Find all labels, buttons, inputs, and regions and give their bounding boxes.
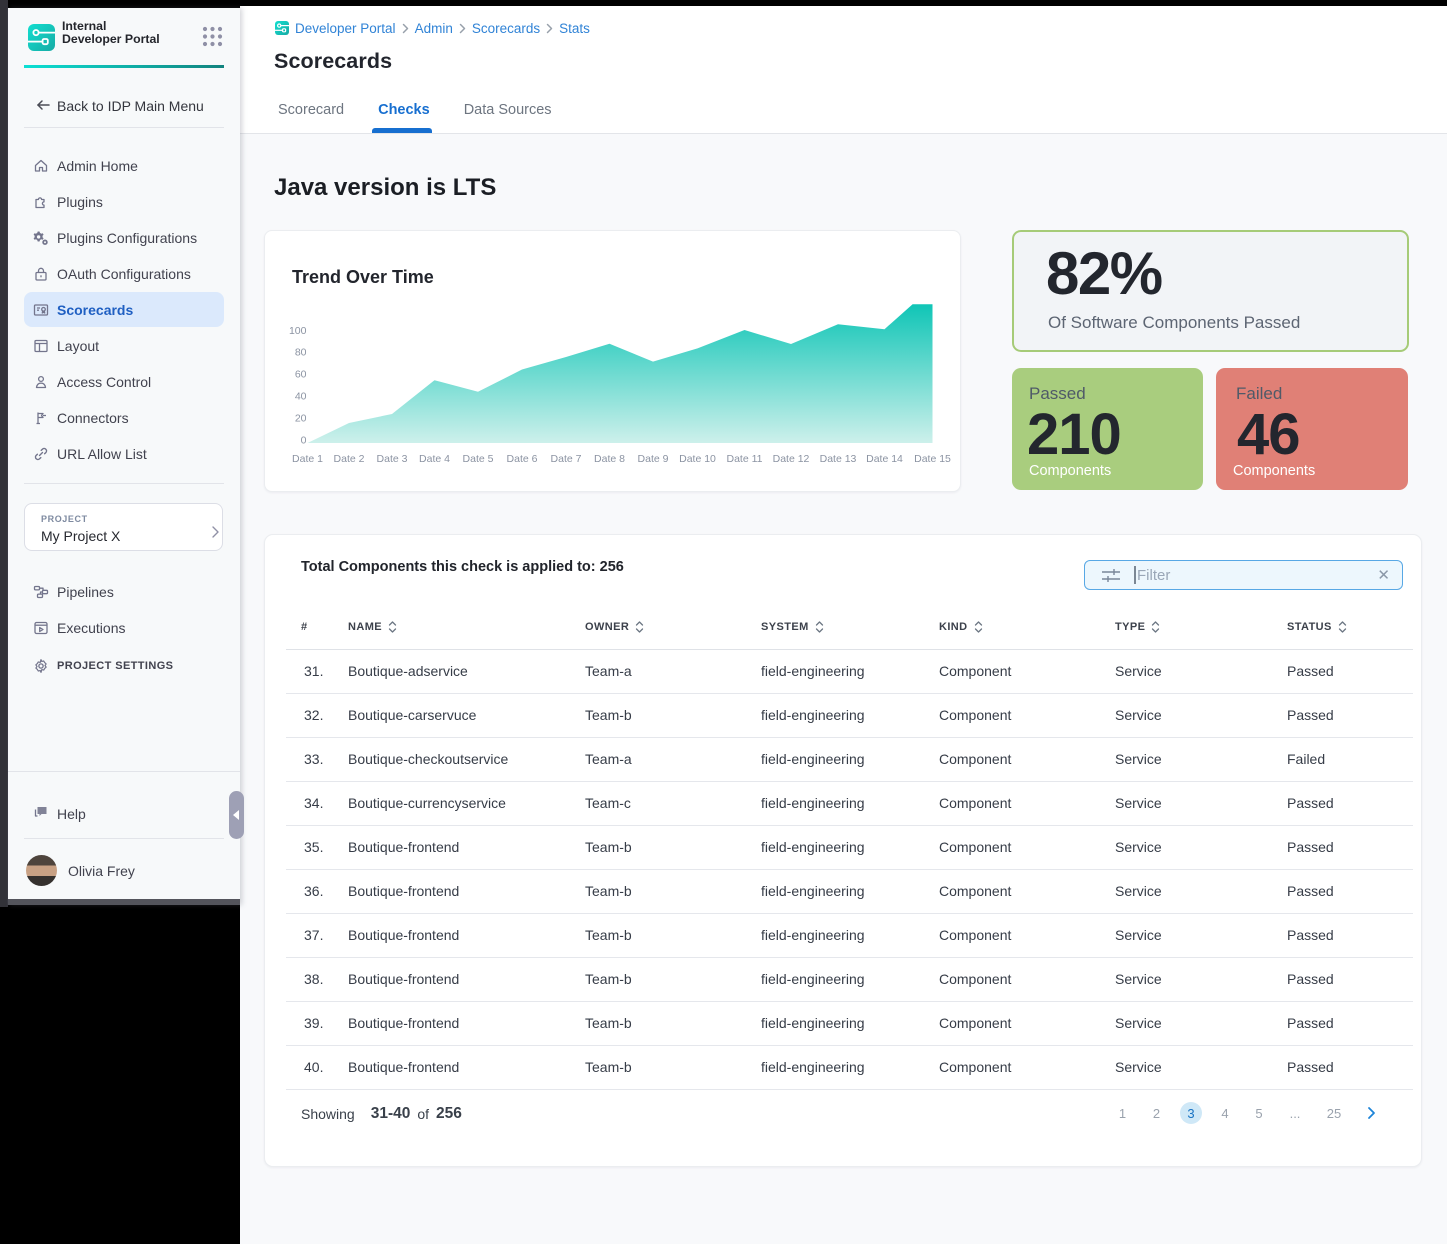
svg-text:Date 6: Date 6 xyxy=(507,453,538,465)
svg-text:20: 20 xyxy=(295,412,307,424)
svg-text:Date 1: Date 1 xyxy=(292,453,323,465)
svg-text:Date 9: Date 9 xyxy=(638,453,669,465)
svg-text:Date 4: Date 4 xyxy=(419,453,450,465)
svg-text:Date 12: Date 12 xyxy=(773,453,810,465)
svg-text:Date 2: Date 2 xyxy=(334,453,365,465)
svg-text:Date 11: Date 11 xyxy=(727,453,763,465)
svg-text:0: 0 xyxy=(301,434,307,446)
svg-text:Date 8: Date 8 xyxy=(594,453,625,465)
svg-text:Date 3: Date 3 xyxy=(377,453,408,465)
svg-text:80: 80 xyxy=(295,347,307,359)
svg-text:100: 100 xyxy=(289,325,307,337)
svg-text:Date 14: Date 14 xyxy=(866,453,903,465)
svg-text:Date 13: Date 13 xyxy=(820,453,857,465)
svg-text:40: 40 xyxy=(295,391,307,403)
svg-text:60: 60 xyxy=(295,369,307,381)
svg-text:Date 15: Date 15 xyxy=(914,453,951,465)
svg-text:Date 5: Date 5 xyxy=(463,453,494,465)
svg-text:Date 10: Date 10 xyxy=(679,453,716,465)
svg-text:Date 7: Date 7 xyxy=(551,453,582,465)
